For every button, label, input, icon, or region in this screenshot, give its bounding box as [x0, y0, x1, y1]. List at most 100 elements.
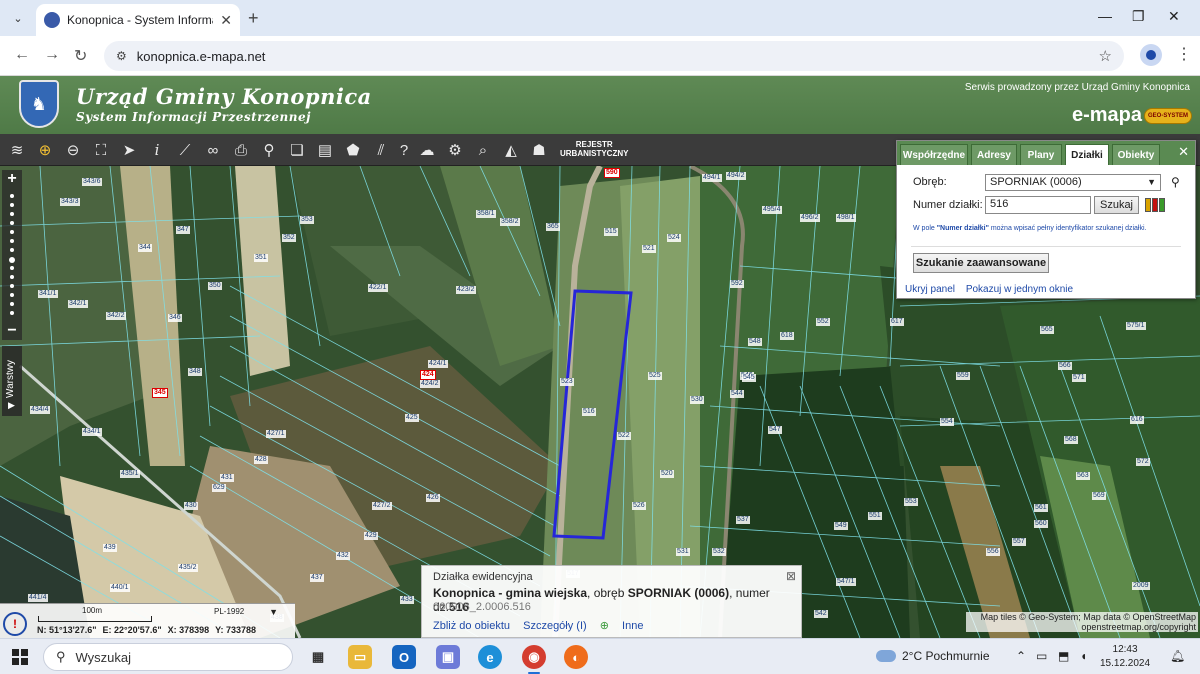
shape-icon[interactable]: ⬟ [341, 138, 365, 162]
zoom-to-object-link[interactable]: Zbliż do obiektu [433, 620, 510, 632]
zoom-in-icon[interactable]: ⊕ [33, 138, 57, 162]
tab-close-icon[interactable]: ✕ [220, 12, 232, 29]
taskbar-search[interactable]: ⚲ Wyszukaj [43, 643, 293, 671]
link-icon[interactable]: ∞ [201, 138, 225, 162]
copy-icon[interactable]: ❏ [285, 138, 309, 162]
compass-icon[interactable]: ◭ [499, 138, 523, 162]
browser-menu-icon[interactable]: ⋮ [1176, 44, 1192, 64]
urban-registry-button[interactable]: REJESTR URBANISTYCZNY [560, 140, 628, 158]
zoom-level-dot[interactable] [10, 248, 14, 252]
firefox-icon[interactable]: ◐ [564, 645, 588, 669]
parcel-number-input[interactable]: 516 [985, 196, 1091, 214]
measure-icon[interactable]: ⟋ [173, 138, 197, 162]
zoom-level-dot[interactable] [10, 275, 14, 279]
url-field[interactable]: ⚙ konopnica.e-mapa.net ☆ [104, 41, 1124, 71]
tab-dzialki[interactable]: Działki [1065, 144, 1109, 165]
info-icon[interactable]: i [145, 138, 169, 162]
advanced-search-button[interactable]: Szukanie zaawansowane [913, 253, 1049, 273]
chrome-icon[interactable]: ◉ [522, 645, 546, 674]
other-link[interactable]: Inne [622, 620, 643, 632]
store-icon[interactable]: ▣ [436, 645, 460, 669]
crs-select[interactable]: PL-1992 ▼ [214, 607, 280, 617]
restore-icon[interactable]: ❐ [1132, 8, 1145, 25]
site-info-icon[interactable]: ⚙ [116, 49, 127, 63]
profile-avatar-icon[interactable] [1140, 44, 1162, 66]
zoom-level-dot[interactable] [10, 239, 14, 243]
zoom-out-icon[interactable]: ⊖ [61, 138, 85, 162]
system-clock[interactable]: 12:43 15.12.2024 [1100, 643, 1150, 671]
single-window-link[interactable]: Pokazuj w jednym oknie [966, 284, 1073, 295]
parcel-number-label: 351 [254, 254, 268, 262]
help-icon[interactable]: ? [392, 138, 416, 162]
parcel-number-label: 426 [426, 494, 440, 502]
zoom-level-dot[interactable] [10, 221, 14, 225]
minimize-icon[interactable]: — [1098, 8, 1112, 24]
notification-icon[interactable]: 🔔︎ [1170, 649, 1185, 663]
window-close-icon[interactable]: ✕ [1168, 8, 1180, 25]
parcel-number-label: 423/2 [456, 286, 476, 294]
forward-icon[interactable]: → [44, 46, 60, 64]
windows-start-icon[interactable] [12, 649, 28, 665]
zoom-extent-icon[interactable]: ⛶ [89, 138, 113, 162]
settings-icon[interactable]: ⚙ [443, 138, 467, 162]
parcel-number-label: 553 [904, 498, 918, 506]
attribution-link[interactable]: openstreetmap.org/copyright [966, 622, 1196, 632]
browser-tab[interactable]: Konopnica - System Informacji ✕ [36, 4, 240, 36]
popup-actions: Zbliż do obiektu Szczegóły (I) ⊕ Inne [433, 619, 653, 632]
plus-circle-icon[interactable]: ⊕ [600, 620, 609, 632]
outlook-icon[interactable]: O [392, 645, 416, 669]
new-tab-button[interactable]: + [248, 8, 259, 29]
search-icon[interactable]: ⚲ [1171, 175, 1180, 189]
layout-icon[interactable]: ▤ [313, 138, 337, 162]
print-icon[interactable]: ⎙ [229, 138, 253, 162]
tray-app-icon[interactable]: ▭ [1036, 649, 1047, 663]
zoom-level-dot[interactable] [10, 266, 14, 270]
zoom-level-dot[interactable] [10, 203, 14, 207]
zoom-level-dot[interactable] [9, 257, 15, 263]
color-swatch-green[interactable] [1159, 198, 1165, 212]
bookmark-star-icon[interactable]: ☆ [1099, 47, 1112, 65]
tab-wspolrzedne[interactable]: Współrzędne [900, 144, 968, 165]
zoom-level-dot[interactable] [10, 293, 14, 297]
zoom-level-dot[interactable] [10, 194, 14, 198]
file-explorer-icon[interactable]: ▭ [348, 645, 372, 669]
zoom-level-dot[interactable] [10, 302, 14, 306]
obreb-select[interactable]: SPORNIAK (0006) ▼ [985, 174, 1161, 191]
tray-chevron-icon[interactable]: ⌃ [1016, 649, 1026, 663]
search-icon[interactable]: ⌕ [471, 138, 495, 162]
hide-panel-link[interactable]: Ukryj panel [905, 284, 955, 295]
zoom-level-dot[interactable] [10, 311, 14, 315]
color-swatch-red[interactable] [1152, 198, 1158, 212]
zoom-out-button[interactable]: − [2, 322, 22, 340]
search-button[interactable]: Szukaj [1094, 196, 1139, 214]
download-icon[interactable]: ☁ [415, 138, 439, 162]
details-link[interactable]: Szczegóły (I) [523, 620, 587, 632]
street-icon[interactable]: ☗ [527, 138, 551, 162]
tab-plany[interactable]: Plany [1020, 144, 1062, 165]
edge-icon[interactable]: e [478, 645, 502, 669]
weather-widget[interactable]: 2°C Pochmurnie [876, 649, 990, 663]
zoom-level-dot[interactable] [10, 212, 14, 216]
task-view-icon[interactable]: ▦ [306, 645, 330, 669]
pointer-icon[interactable]: ➤ [117, 138, 141, 162]
compass-alert-icon[interactable]: ! [3, 612, 27, 636]
back-icon[interactable]: ← [14, 46, 30, 64]
zoom-level-dot[interactable] [10, 284, 14, 288]
tab-search-chevron-icon[interactable]: ⌄ [6, 6, 30, 30]
zoom-level-dot[interactable] [10, 230, 14, 234]
reload-icon[interactable]: ↻ [74, 46, 87, 66]
hatch-icon[interactable]: ⫽ [369, 138, 393, 162]
panel-close-icon[interactable]: ✕ [1178, 144, 1189, 160]
zoom-in-button[interactable]: + [2, 170, 22, 188]
parcel-number-label: 616 [1130, 416, 1144, 424]
tab-adresy[interactable]: Adresy [971, 144, 1017, 165]
tray-app2-icon[interactable]: ⬒ [1058, 649, 1069, 663]
color-swatch-yellow[interactable] [1145, 198, 1151, 212]
volume-icon[interactable]: ◖ [1080, 649, 1087, 663]
highlight-color-picker[interactable] [1145, 198, 1165, 212]
popup-close-icon[interactable]: ⊠ [786, 569, 796, 583]
layers-panel-toggle[interactable]: Warstwy ▶ [2, 346, 22, 416]
location-icon[interactable]: ⚲ [257, 138, 281, 162]
layers-icon[interactable]: ≋ [5, 138, 29, 162]
tab-obiekty[interactable]: Obiekty [1112, 144, 1160, 165]
